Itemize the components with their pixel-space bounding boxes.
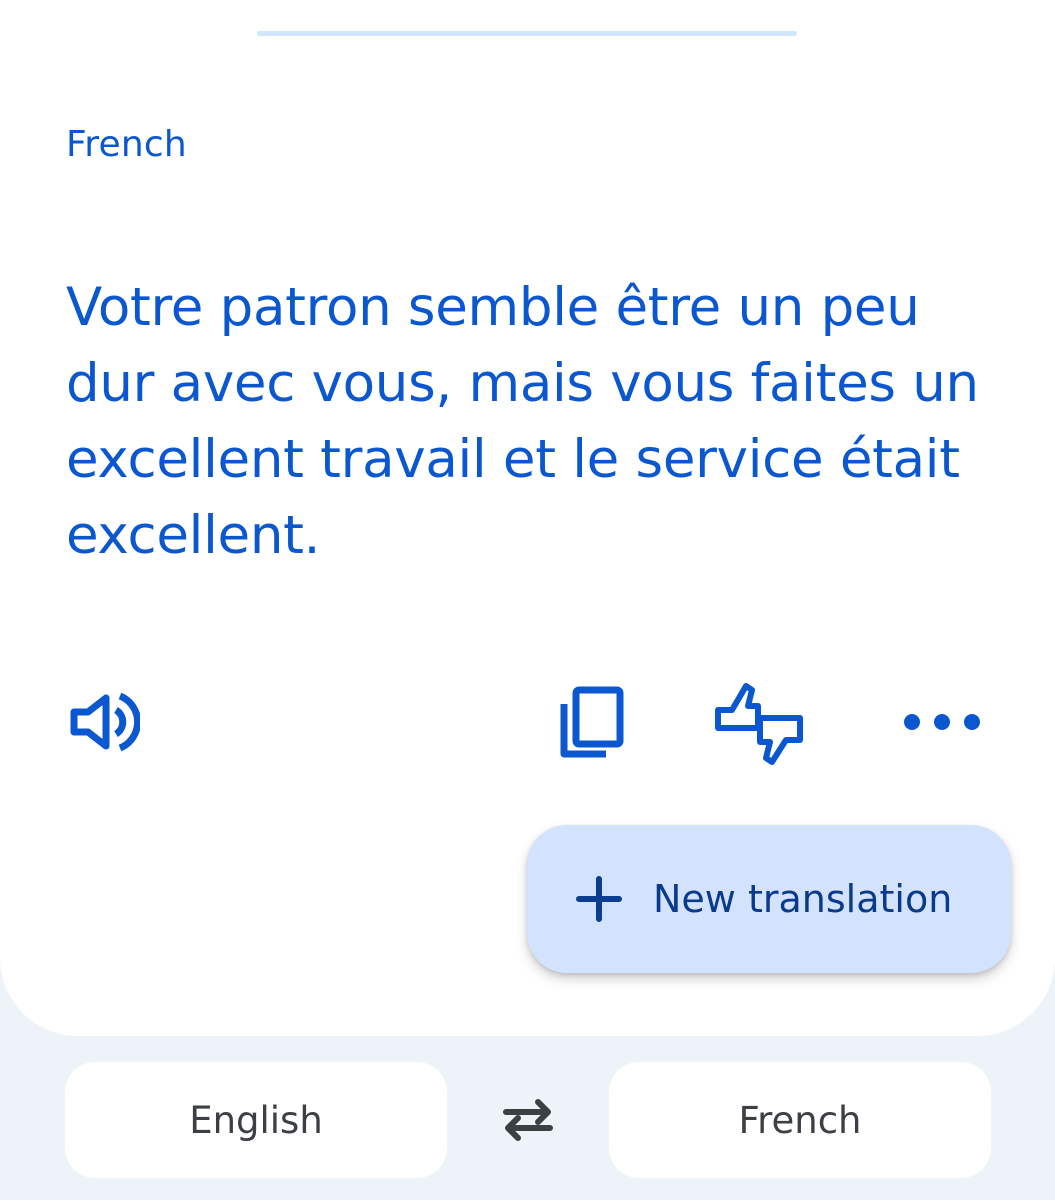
thumbs-up-down-icon[interactable]	[710, 680, 806, 768]
translated-text: Votre patron semble être un peu dur avec…	[66, 277, 979, 566]
speaker-icon[interactable]	[68, 690, 140, 754]
new-translation-button[interactable]: New translation	[527, 825, 1011, 973]
plus-icon	[575, 875, 623, 923]
more-horizontal-icon[interactable]	[900, 702, 990, 742]
result-language-label: French	[66, 124, 187, 165]
source-language-label: English	[189, 1098, 323, 1142]
target-language-label: French	[738, 1098, 862, 1142]
new-translation-label: New translation	[653, 877, 953, 921]
drag-handle[interactable]	[257, 31, 797, 36]
translation-result-card: French Votre patron semble être un peu d…	[0, 0, 1055, 1036]
copy-icon[interactable]	[556, 684, 628, 760]
source-language-button[interactable]: English	[65, 1062, 447, 1178]
swap-arrows-icon[interactable]	[498, 1094, 558, 1146]
target-language-button[interactable]: French	[609, 1062, 991, 1178]
